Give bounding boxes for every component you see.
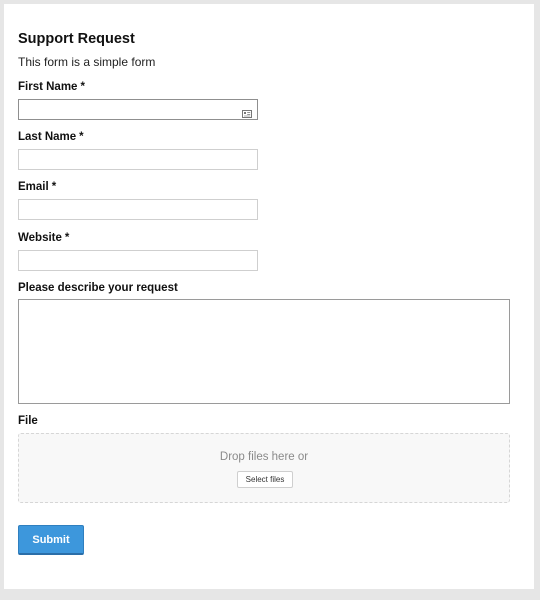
request-textarea[interactable]	[18, 299, 510, 404]
form-subtitle: This form is a simple form	[18, 55, 156, 69]
required-marker: *	[79, 131, 84, 143]
required-marker: *	[80, 81, 85, 93]
first-name-field[interactable]	[18, 99, 258, 120]
last-name-label: Last Name *	[18, 131, 84, 143]
select-files-button[interactable]: Select files	[237, 471, 293, 488]
email-label: Email *	[18, 181, 56, 193]
website-label-text: Website	[18, 232, 62, 244]
request-label: Please describe your request	[18, 282, 178, 294]
file-dropzone[interactable]: Drop files here or Select files	[18, 433, 510, 503]
email-label-text: Email	[18, 181, 49, 193]
dropzone-text: Drop files here or	[219, 451, 309, 463]
last-name-field[interactable]	[18, 149, 258, 170]
required-marker: *	[64, 232, 70, 244]
submit-button[interactable]: Submit	[18, 525, 84, 555]
required-marker: *	[51, 181, 57, 193]
first-name-label-text: First Name	[18, 81, 78, 93]
first-name-label: First Name *	[18, 81, 85, 93]
form-title: Support Request	[18, 31, 135, 47]
last-name-label-text: Last Name	[18, 131, 77, 143]
file-label: File	[18, 415, 38, 427]
website-label: Website *	[18, 232, 69, 244]
form-card: Support Request This form is a simple fo…	[4, 4, 534, 589]
email-field[interactable]	[18, 199, 258, 220]
contact-card-icon[interactable]	[242, 105, 252, 118]
website-field[interactable]	[18, 250, 258, 271]
